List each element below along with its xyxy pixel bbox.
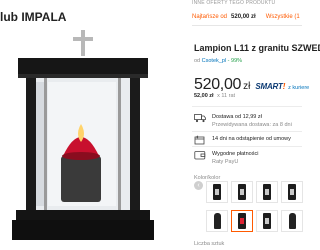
chevron-left-icon[interactable]: ‹ — [194, 181, 203, 190]
vase-thumbnail — [288, 213, 296, 229]
color-option-8[interactable] — [281, 210, 303, 232]
color-option-7[interactable] — [256, 210, 278, 232]
return-box-icon — [194, 135, 205, 145]
product-image[interactable] — [8, 28, 158, 246]
seller-rating: - 99% — [227, 58, 243, 64]
color-option-6-selected[interactable] — [231, 210, 253, 232]
returns-text: 14 dni na odstąpienie od umowy — [212, 136, 291, 142]
installment-info: 52,00 zł x 11 rat — [194, 93, 235, 99]
other-offers-row: Najtańsze od 520,00 zł Wszystkie (1 — [192, 11, 302, 23]
product-title: Lampion L11 z granitu SZWED lu — [194, 43, 320, 53]
color-option-2[interactable] — [231, 181, 253, 203]
smart-badge: SMART! — [255, 82, 285, 91]
quantity-label: Liczba sztuk — [194, 241, 225, 247]
grave-lantern-illustration — [12, 30, 154, 240]
divider — [192, 106, 302, 107]
returns-row[interactable]: 14 dni na odstąpienie od umowy — [194, 135, 291, 145]
lantern-thumbnail — [238, 213, 246, 229]
other-offers-header: INNE OFERTY TEGO PRODUKTU — [192, 0, 276, 6]
page-title: lub IMPALA — [0, 10, 67, 24]
delivery-text: Dostawa od 12,99 zł — [212, 114, 262, 120]
installment-price: 52,00 zł — [194, 93, 214, 99]
price-row: 520,00 zł SMART! z kuriere — [194, 76, 309, 94]
price-currency: zł — [243, 81, 251, 92]
price-value: 520,00 — [194, 76, 242, 93]
cheapest-offer-link[interactable]: Najtańsze od — [192, 14, 227, 20]
payment-sub: Raty PayU — [212, 159, 239, 165]
divider — [192, 146, 302, 147]
all-offers-link[interactable]: Wszystkie (1 — [266, 14, 300, 20]
color-option-5[interactable] — [206, 210, 228, 232]
seller-link[interactable]: Csotek_pl — [202, 58, 226, 64]
payment-text: Wygodne płatności — [212, 151, 259, 157]
seller-line: od Csotek_pl - 99% — [194, 58, 242, 64]
delivery-estimate: Przewidywana dostawa: za 8 dni — [212, 122, 292, 128]
truck-icon — [194, 114, 206, 123]
smart-badge-text: SMART — [255, 82, 283, 91]
smart-badge-mark: ! — [282, 82, 286, 91]
installment-months: x 11 rat — [217, 93, 236, 99]
lantern-thumbnail — [213, 184, 221, 200]
lantern-thumbnail — [238, 184, 246, 200]
wallet-icon — [194, 151, 206, 160]
color-option-3[interactable] — [256, 181, 278, 203]
color-option-1[interactable] — [206, 181, 228, 203]
vase-thumbnail — [213, 213, 221, 229]
lantern-thumbnail — [288, 184, 296, 200]
lantern-thumbnail — [263, 184, 271, 200]
cheapest-offer-price: 520,00 zł — [231, 14, 256, 20]
seller-prefix: od — [194, 58, 201, 64]
delivery-row[interactable]: Dostawa od 12,99 zł Przewidywana dostawa… — [194, 113, 292, 129]
divider — [192, 25, 302, 26]
smart-courier-link[interactable]: z kuriere — [288, 85, 309, 91]
color-option-4[interactable] — [281, 181, 303, 203]
payment-row[interactable]: Wygodne płatności Raty PayU — [194, 150, 258, 166]
divider — [192, 131, 302, 132]
lantern-thumbnail — [263, 213, 271, 229]
